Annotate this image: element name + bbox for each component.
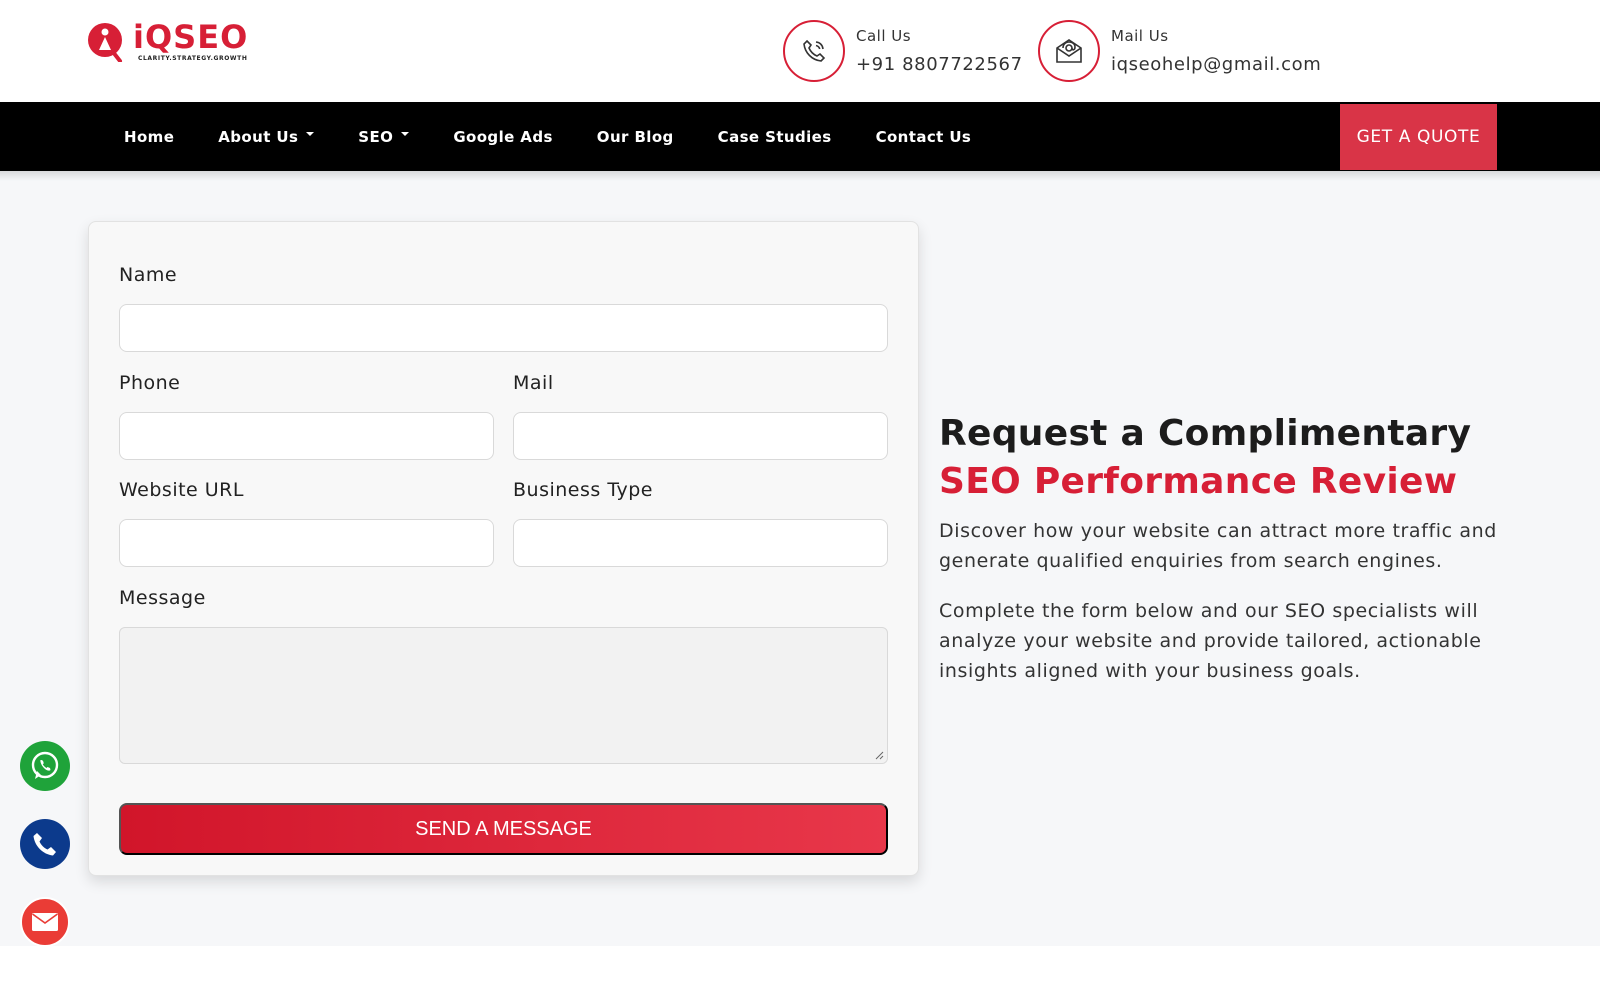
name-input[interactable]	[119, 304, 888, 352]
promo-title-plain: Request a Complimentary	[939, 413, 1472, 454]
website-url-input[interactable]	[119, 519, 494, 567]
promo-section: Request a Complimentary SEO Performance …	[939, 410, 1519, 686]
mail-label: Mail	[513, 372, 554, 394]
caret-down-icon	[401, 131, 410, 136]
message-label: Message	[119, 587, 206, 609]
nav-label: SEO	[358, 127, 394, 146]
nav-item-contact-us[interactable]: Contact Us	[854, 128, 994, 146]
send-message-button[interactable]: SEND A MESSAGE	[119, 803, 888, 855]
site-header: iQSEO CLARITY.STRATEGY.GROWTH Call Us +9…	[0, 0, 1600, 102]
site-logo[interactable]: iQSEO CLARITY.STRATEGY.GROWTH	[87, 18, 267, 66]
call-float-button[interactable]	[20, 819, 70, 869]
nav-item-our-blog[interactable]: Our Blog	[575, 128, 696, 146]
nav-label: Our Blog	[596, 127, 674, 146]
nav-label: Contact Us	[875, 127, 972, 146]
business-type-label: Business Type	[513, 479, 653, 501]
mail-input[interactable]	[513, 412, 888, 460]
phone-number[interactable]: +91 8807722567	[856, 54, 1023, 75]
caret-down-icon	[306, 131, 315, 136]
logo-tagline: CLARITY.STRATEGY.GROWTH	[138, 55, 248, 62]
nav-item-home[interactable]: Home	[102, 128, 196, 146]
nav-item-case-studies[interactable]: Case Studies	[696, 128, 854, 146]
nav-label: Case Studies	[717, 127, 832, 146]
logo-wordmark: iQSEO	[133, 18, 249, 56]
envelope-icon	[1038, 20, 1100, 82]
nav-item-about-us[interactable]: About Us	[196, 128, 336, 146]
mail-icon	[32, 913, 58, 931]
mail-us-contact[interactable]: Mail Us iqseohelp@gmail.com	[1038, 20, 1358, 82]
nav-label: Home	[124, 127, 175, 146]
seo-review-form: Name Phone Mail Website URL Business Typ…	[88, 221, 919, 876]
phone-input[interactable]	[119, 412, 494, 460]
phone-icon	[33, 833, 56, 856]
nav-item-seo[interactable]: SEO	[336, 128, 431, 146]
message-textarea[interactable]	[119, 627, 888, 764]
nav-menu: Home About Us SEO Google Ads Our Blog Ca…	[102, 102, 993, 171]
nav-item-google-ads[interactable]: Google Ads	[431, 128, 574, 146]
phone-icon	[783, 20, 845, 82]
whatsapp-float-button[interactable]	[20, 741, 70, 791]
call-us-label: Call Us	[856, 27, 912, 45]
mail-us-label: Mail Us	[1111, 27, 1169, 45]
promo-paragraph-1: Discover how your website can attract mo…	[939, 520, 1497, 572]
mail-float-button[interactable]	[20, 897, 70, 947]
name-label: Name	[119, 264, 178, 286]
whatsapp-icon	[31, 751, 59, 779]
logo-mark-icon	[88, 23, 122, 62]
promo-paragraph-2: Complete the form below and our SEO spec…	[939, 600, 1482, 682]
promo-title: Request a Complimentary SEO Performance …	[939, 410, 1519, 506]
nav-shadow	[0, 171, 1600, 181]
business-type-input[interactable]	[513, 519, 888, 567]
promo-title-highlight: SEO Performance Review	[939, 461, 1458, 502]
email-address[interactable]: iqseohelp@gmail.com	[1111, 54, 1321, 75]
resize-handle-icon[interactable]	[874, 750, 884, 760]
nav-label: About Us	[218, 127, 299, 146]
call-us-contact[interactable]: Call Us +91 8807722567	[783, 20, 1023, 82]
get-a-quote-button[interactable]: GET A QUOTE	[1340, 104, 1497, 170]
nav-label: Google Ads	[453, 127, 553, 146]
phone-label: Phone	[119, 372, 181, 394]
website-url-label: Website URL	[119, 479, 244, 501]
